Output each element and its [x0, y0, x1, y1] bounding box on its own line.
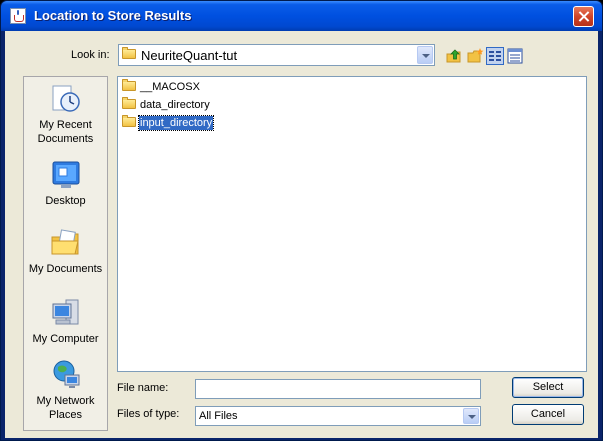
file-name: input_directory — [137, 115, 215, 131]
sidebar-item-label: My Recent Documents — [37, 119, 94, 145]
file-type-value: All Files — [199, 410, 238, 422]
sidebar-item-label: My Documents — [28, 263, 103, 275]
sidebar-item-recent-documents[interactable]: My Recent Documents — [24, 83, 107, 146]
java-cup-icon — [10, 8, 26, 24]
dialog-body: Look in: NeuriteQuant-tut My Recent Docu… — [5, 31, 598, 438]
folder-icon — [122, 97, 136, 109]
desktop-icon — [50, 159, 82, 191]
sidebar-item-my-computer[interactable]: My Computer — [24, 297, 107, 346]
folder-icon — [122, 47, 136, 59]
look-in-label: Look in: — [71, 49, 110, 61]
look-in-value: NeuriteQuant-tut — [141, 48, 238, 63]
my-documents-icon — [50, 227, 82, 259]
file-type-label: Files of type: — [117, 408, 180, 420]
chevron-down-icon[interactable] — [417, 46, 433, 64]
sidebar-item-desktop[interactable]: Desktop — [24, 159, 107, 208]
file-name-input[interactable] — [195, 379, 481, 399]
close-button[interactable] — [573, 6, 594, 27]
file-list[interactable]: __MACOSX data_directory input_directory — [117, 76, 587, 372]
file-name-label: File name: — [117, 382, 169, 394]
my-computer-icon — [50, 297, 82, 329]
title-bar[interactable]: Location to Store Results — [1, 1, 602, 31]
folder-icon — [122, 115, 136, 127]
sidebar-item-my-documents[interactable]: My Documents — [24, 227, 107, 276]
window-title: Location to Store Results — [34, 8, 192, 23]
list-view-icon[interactable] — [486, 47, 504, 65]
chevron-down-icon[interactable] — [463, 408, 479, 424]
file-name: __MACOSX — [140, 81, 200, 93]
places-sidebar: My Recent Documents Desktop My Documents… — [23, 76, 108, 431]
select-button[interactable]: Select — [512, 377, 584, 398]
network-places-icon — [50, 359, 82, 391]
look-in-combo[interactable]: NeuriteQuant-tut — [118, 44, 435, 66]
sidebar-item-label: My Computer — [32, 333, 99, 345]
file-type-select[interactable]: All Files — [195, 406, 481, 426]
sidebar-item-label: My Network Places — [36, 395, 95, 421]
recent-documents-icon — [50, 83, 82, 115]
details-view-icon[interactable] — [506, 47, 524, 65]
up-one-level-icon[interactable] — [445, 47, 463, 65]
create-new-folder-icon[interactable] — [467, 47, 485, 65]
dialog-window: Location to Store Results Look in: Neuri… — [0, 0, 603, 441]
file-name: data_directory — [140, 99, 210, 111]
cancel-button[interactable]: Cancel — [512, 404, 584, 425]
folder-icon — [122, 79, 136, 91]
sidebar-item-network-places[interactable]: My Network Places — [24, 359, 107, 422]
sidebar-item-label: Desktop — [45, 195, 86, 207]
